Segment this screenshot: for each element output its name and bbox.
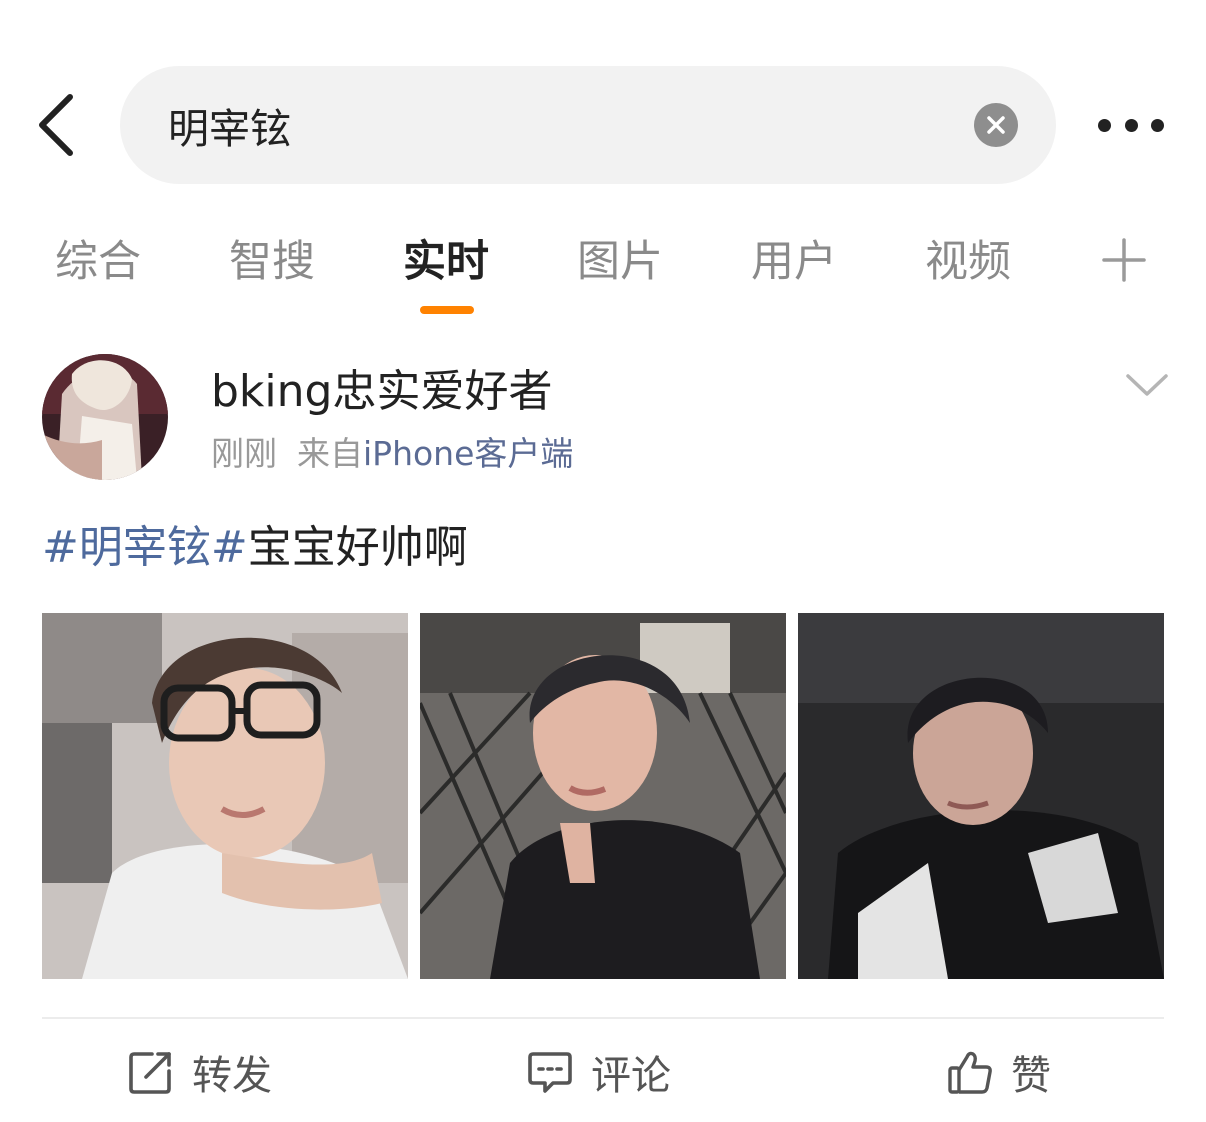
active-tab-indicator (420, 306, 474, 314)
more-dot (1124, 118, 1138, 132)
search-tabs: 综合 智搜 实时 图片 用户 视频 (0, 226, 1206, 326)
comment-label: 评论 (591, 1053, 671, 1099)
like-button[interactable]: 赞 (947, 1040, 1051, 1104)
tab-realtime[interactable]: 实时 (403, 226, 489, 302)
post-body: 宝宝好帅啊 (247, 522, 468, 573)
post-meta: 刚刚 来自iPhone客户端 (211, 432, 573, 476)
avatar-image (42, 354, 168, 480)
comment-button[interactable]: 评论 (527, 1040, 671, 1104)
tab-smart-search[interactable]: 智搜 (229, 226, 315, 302)
more-dot (1098, 118, 1111, 132)
post-username[interactable]: bking忠实爱好者 (211, 364, 552, 420)
chevron-left-icon (39, 94, 73, 156)
back-button[interactable] (28, 92, 84, 158)
post-divider (42, 1017, 1164, 1019)
post-photo[interactable] (420, 613, 786, 979)
photo-image (420, 613, 786, 979)
tab-users[interactable]: 用户 (751, 226, 837, 302)
search-bar[interactable] (120, 66, 1056, 184)
photo-image (798, 613, 1164, 979)
post-hashtag[interactable]: #明宰铉# (42, 522, 248, 573)
thumbs-up-icon (948, 1051, 992, 1094)
post-text: #明宰铉#宝宝好帅啊 (42, 518, 468, 578)
post-source-prefix: 来自 (297, 434, 363, 473)
search-input[interactable] (168, 66, 948, 184)
share-box-icon (129, 1052, 171, 1094)
more-dot (1151, 118, 1164, 132)
photo-grid (42, 613, 1164, 979)
post-photo[interactable] (798, 613, 1164, 979)
clear-search-button[interactable] (974, 103, 1018, 147)
comment-bubble-icon (528, 1052, 572, 1093)
avatar[interactable] (42, 354, 168, 480)
repost-button[interactable]: 转发 (128, 1040, 272, 1104)
post-photo[interactable] (42, 613, 408, 979)
tab-images[interactable]: 图片 (577, 226, 663, 302)
chevron-down-icon[interactable] (1124, 368, 1170, 402)
like-label: 赞 (1011, 1053, 1051, 1099)
post-source[interactable]: iPhone客户端 (363, 434, 573, 473)
tab-videos[interactable]: 视频 (925, 226, 1011, 302)
more-options-button[interactable] (1090, 102, 1170, 148)
close-icon (987, 116, 1005, 134)
repost-label: 转发 (192, 1053, 272, 1099)
photo-image (42, 613, 408, 979)
post-time: 刚刚 (211, 434, 277, 473)
plus-icon[interactable] (1100, 236, 1148, 284)
tab-comprehensive[interactable]: 综合 (55, 226, 141, 302)
